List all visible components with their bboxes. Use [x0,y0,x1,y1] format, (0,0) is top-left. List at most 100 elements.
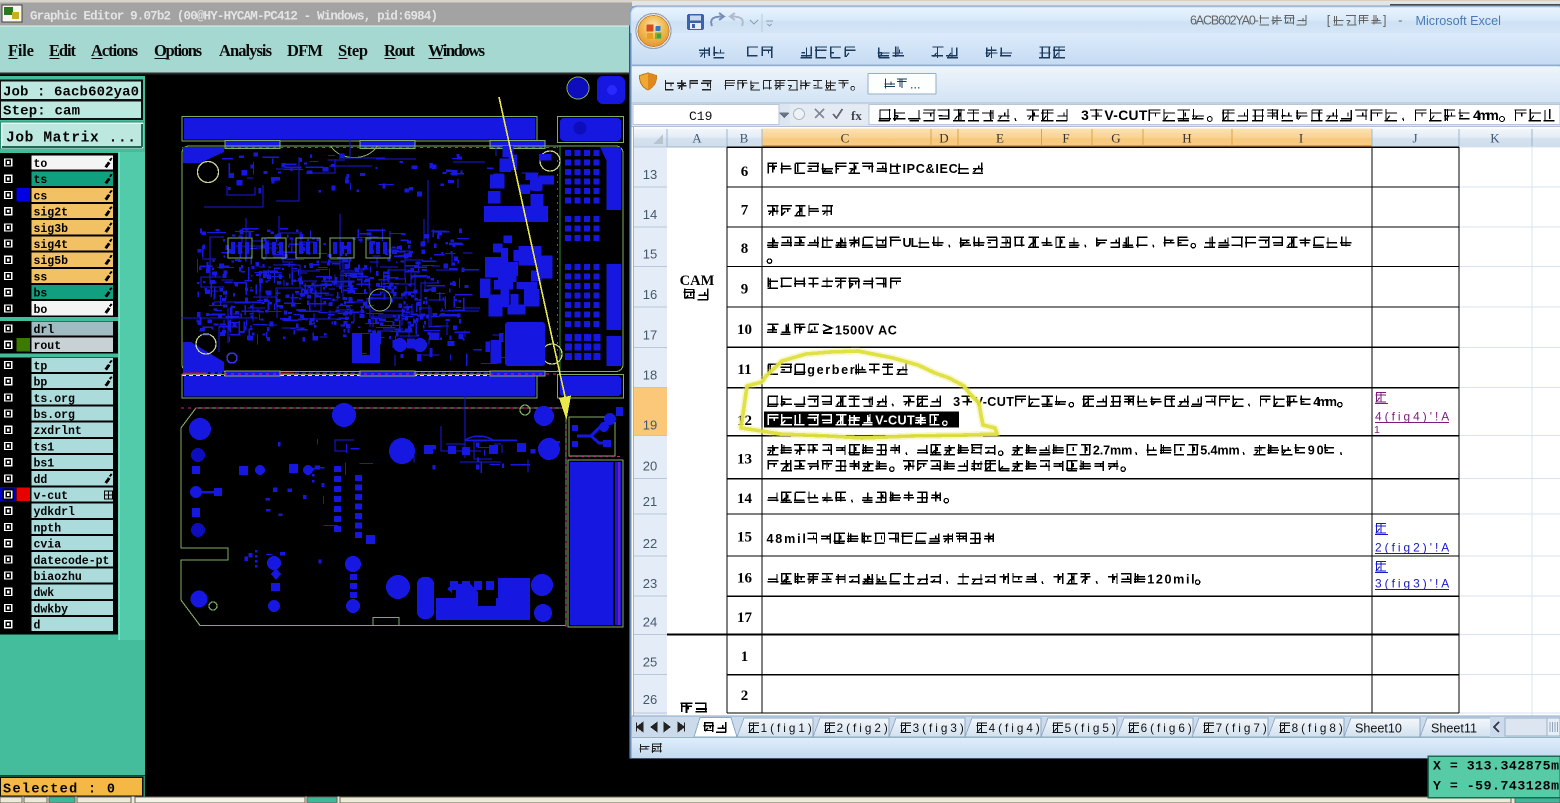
svg-text:V-CUT: V-CUT [1104,108,1147,123]
svg-text:C: C [841,131,850,146]
svg-text:3: 3 [1081,108,1089,123]
svg-text:C19: C19 [689,109,712,124]
svg-text:8: 8 [741,241,749,257]
svg-text:21: 21 [643,494,657,509]
svg-text:]: ] [1383,13,1386,27]
svg-text:dwk: dwk [34,587,55,600]
svg-text:K: K [1490,131,1500,146]
svg-text:Selected : 0: Selected : 0 [3,783,115,798]
svg-text:14: 14 [643,207,657,222]
svg-text:DFM: DFM [287,41,323,60]
svg-text:Rout: Rout [384,41,416,60]
svg-text:drl: drl [34,324,55,337]
svg-text:20: 20 [643,459,657,474]
svg-text:6: 6 [741,164,749,180]
svg-text:H: H [1182,131,1191,146]
svg-text:rout: rout [34,340,62,353]
svg-text:Actions: Actions [91,41,139,60]
svg-text:npth: npth [34,522,62,535]
svg-text:25: 25 [643,655,657,670]
svg-text:13: 13 [737,452,752,468]
svg-text:bp: bp [34,377,48,390]
svg-text:zxdrlnt: zxdrlnt [34,425,82,438]
svg-text:17: 17 [643,327,657,342]
svg-text:sig5b: sig5b [34,255,69,268]
svg-text:sig2t: sig2t [34,207,69,220]
svg-text:J: J [1412,131,1417,146]
svg-text:23: 23 [643,576,657,591]
svg-text:48mil: 48mil [767,532,806,546]
svg-text:22: 22 [643,536,657,551]
svg-text:ts1: ts1 [34,441,55,454]
svg-text:-: - [1398,13,1402,27]
svg-text:Sheet10: Sheet10 [1355,722,1402,736]
svg-text:to: to [34,158,48,171]
svg-text:2: 2 [741,688,749,704]
svg-text:dd: dd [34,474,48,487]
svg-text:File: File [8,41,34,60]
svg-text:bo: bo [34,304,48,317]
svg-text:ydkdrl: ydkdrl [34,506,76,519]
svg-text:...: ... [910,78,920,92]
svg-text:7: 7 [741,203,749,219]
svg-text:D: D [939,131,948,146]
svg-text:16: 16 [643,287,657,302]
svg-text:bs: bs [34,288,48,301]
svg-text:ts: ts [34,174,48,187]
svg-text:dwkby: dwkby [34,603,69,616]
svg-text:Analysis: Analysis [219,41,273,60]
svg-text:Step: cam: Step: cam [3,104,80,120]
svg-text:d: d [34,620,41,633]
svg-text:gerber: gerber [807,363,854,377]
svg-text:4mm: 4mm [1473,108,1499,123]
svg-text:UL: UL [903,236,919,250]
svg-text:cvia: cvia [34,539,62,552]
svg-text:fx: fx [851,108,862,123]
svg-text:16: 16 [737,571,753,587]
svg-text:18: 18 [643,368,657,383]
svg-text:9: 9 [741,282,749,298]
svg-text:6ACB602YA0-: 6ACB602YA0- [1190,13,1259,27]
svg-text:bs.org: bs.org [34,409,76,422]
svg-text:Edit: Edit [49,41,77,60]
svg-text:4mm: 4mm [1313,395,1337,409]
svg-text:B: B [740,131,749,146]
svg-text:15: 15 [643,247,657,262]
svg-text:14: 14 [737,491,753,507]
svg-text:Step: Step [338,41,368,60]
svg-text:Y = -59.743128m: Y = -59.743128m [1433,779,1559,794]
svg-text:Sheet11: Sheet11 [1431,722,1477,736]
svg-text:90: 90 [1308,443,1324,457]
svg-text:V-CUT: V-CUT [875,413,915,427]
svg-text:[: [ [1327,13,1331,27]
svg-text:sig4t: sig4t [34,239,69,252]
svg-text:bs1: bs1 [34,458,55,471]
svg-text:ts.org: ts.org [34,393,76,406]
svg-text:19: 19 [643,418,657,433]
svg-text:15: 15 [737,530,752,546]
svg-text:3: 3 [953,395,960,409]
svg-text:F: F [1062,131,1069,146]
svg-text:I: I [1299,131,1303,146]
svg-text:biaozhu: biaozhu [34,571,82,584]
svg-text:1: 1 [1374,424,1380,436]
svg-text:10: 10 [737,322,752,338]
svg-text:X = 313.342875m: X = 313.342875m [1433,759,1559,774]
svg-text:G: G [1111,131,1120,146]
svg-text:cs: cs [34,190,48,203]
svg-text:1: 1 [741,649,749,665]
svg-text:v-cut: v-cut [34,490,69,503]
svg-text:E: E [996,131,1004,146]
svg-text:11: 11 [737,362,751,378]
svg-text:IPC&IEC: IPC&IEC [903,162,958,176]
svg-text:Microsoft Excel: Microsoft Excel [1416,14,1501,28]
svg-text:5.4mm: 5.4mm [1200,443,1239,457]
svg-text:CAM: CAM [680,273,715,289]
svg-text:Windows: Windows [428,41,486,60]
svg-text:13: 13 [643,167,657,182]
svg-text:17: 17 [737,610,753,626]
svg-text:datecode-pt: datecode-pt [34,555,110,568]
svg-text:24: 24 [643,615,657,630]
svg-text:sig3b: sig3b [34,223,69,236]
svg-text:tp: tp [34,360,48,373]
